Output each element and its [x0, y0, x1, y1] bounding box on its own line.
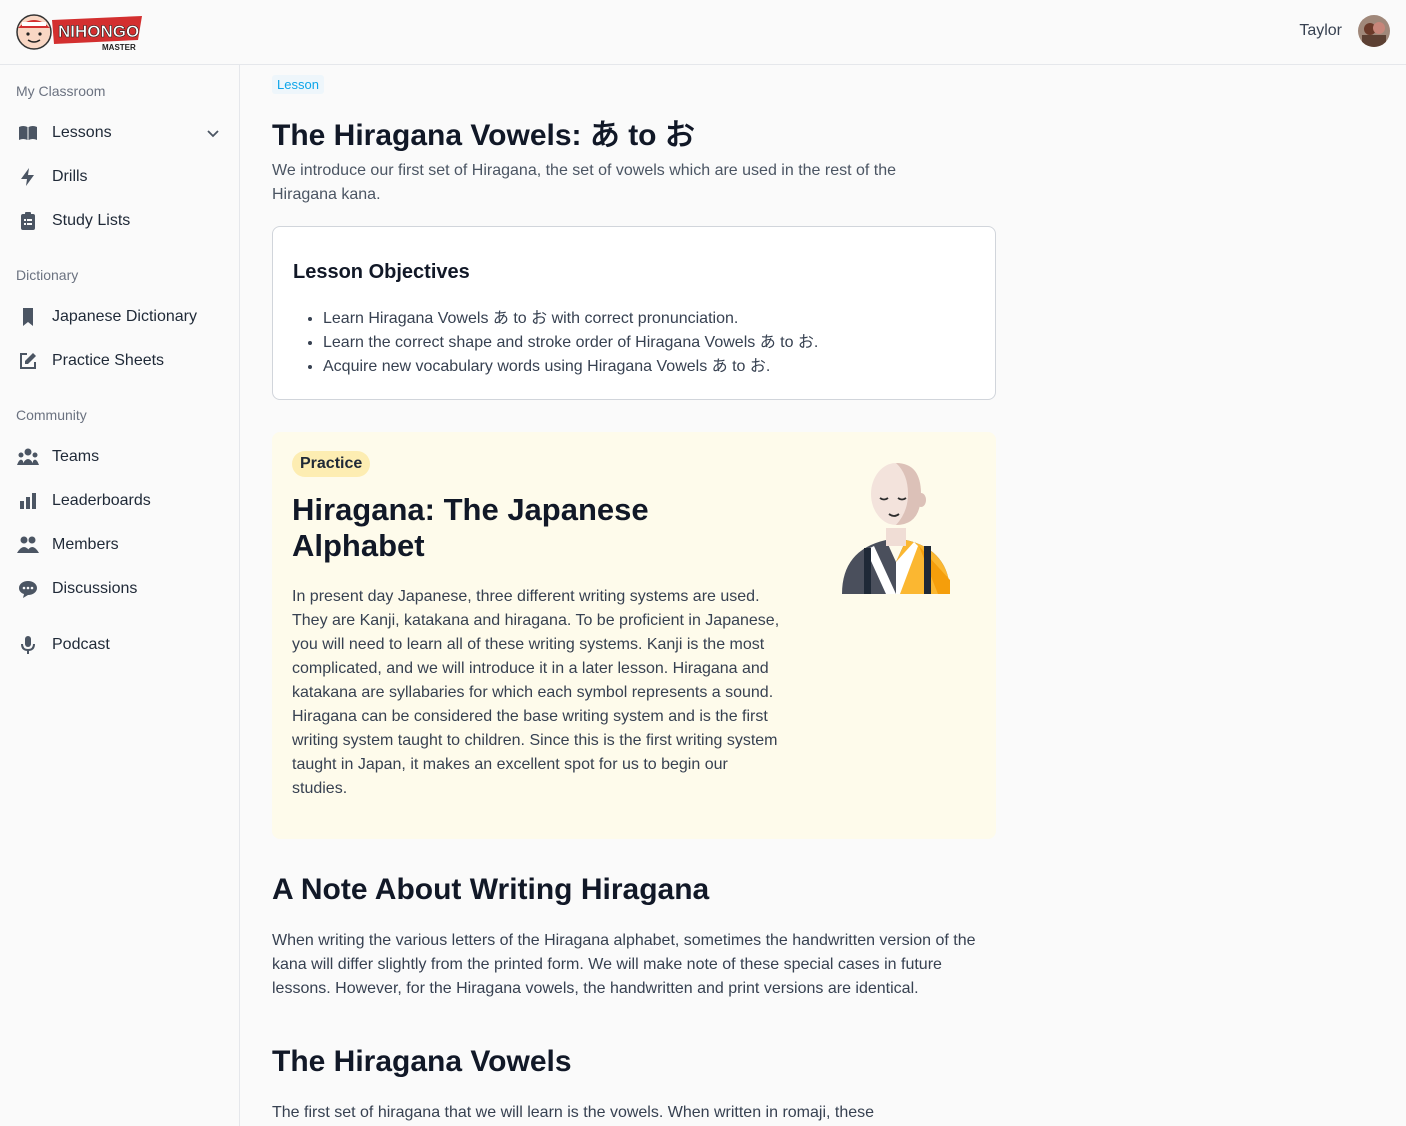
practice-body: In present day Japanese, three different… — [292, 588, 780, 797]
practice-badge: Practice — [292, 451, 371, 477]
sidebar-item-discussions[interactable]: Discussions — [0, 569, 239, 609]
microphone-icon — [16, 633, 40, 657]
section-label-dictionary: Dictionary — [16, 267, 79, 283]
bookmark-icon — [16, 305, 40, 329]
section-body-writing-note: When writing the various letters of the … — [272, 932, 976, 997]
sidebar-item-practice-sheets[interactable]: Practice Sheets — [0, 341, 239, 381]
sidebar-item-japanese-dictionary[interactable]: Japanese Dictionary — [0, 297, 239, 337]
sidebar-item-lessons[interactable]: Lessons — [0, 113, 239, 153]
sidebar-item-label: Lessons — [52, 124, 112, 141]
lesson-objectives-card: Lesson Objectives Learn Hiragana Vowels … — [272, 226, 996, 400]
lesson-badge: Lesson — [272, 75, 324, 94]
section-heading-hiragana-vowels: The Hiragana Vowels — [272, 1045, 572, 1078]
section-label-community: Community — [16, 407, 87, 423]
sidebar-item-study-lists[interactable]: Study Lists — [0, 201, 239, 241]
sidebar-item-members[interactable]: Members — [0, 525, 239, 565]
section-heading-writing-note: A Note About Writing Hiragana — [272, 873, 710, 906]
nihongo-master-logo[interactable]: NIHONGO MASTER — [14, 10, 144, 54]
list-item: Acquire new vocabulary words using Hirag… — [323, 355, 818, 379]
sidebar-item-leaderboards[interactable]: Leaderboards — [0, 481, 239, 521]
sidebar: My Classroom Lessons Drills Study Lists … — [0, 65, 240, 1126]
book-open-icon — [16, 121, 40, 145]
list-item: Learn the correct shape and stroke order… — [323, 331, 818, 355]
practice-card: Practice Hiragana: The Japanese Alphabet… — [272, 432, 996, 839]
sidebar-item-teams[interactable]: Teams — [0, 437, 239, 477]
sidebar-item-podcast[interactable]: Podcast — [0, 625, 239, 665]
user-name[interactable]: Taylor — [1299, 22, 1342, 40]
sidebar-item-label: Podcast — [52, 636, 110, 653]
sidebar-item-label: Japanese Dictionary — [52, 308, 197, 325]
clipboard-list-icon — [16, 209, 40, 233]
sidebar-item-label: Teams — [52, 448, 100, 465]
sidebar-item-label: Leaderboards — [52, 492, 151, 509]
top-header: NIHONGO MASTER Taylor — [0, 0, 1406, 65]
list-item: Learn Hiragana Vowels あ to お with correc… — [323, 307, 818, 331]
section-body-hiragana-vowels: The first set of hiragana that we will l… — [272, 1104, 875, 1121]
lightning-icon — [16, 165, 40, 189]
section-label-my-classroom: My Classroom — [16, 83, 106, 99]
user-avatar[interactable] — [1358, 15, 1390, 47]
sidebar-item-label: Practice Sheets — [52, 352, 165, 369]
sidebar-item-label: Study Lists — [52, 212, 131, 229]
sidebar-item-label: Discussions — [52, 580, 138, 597]
pencil-square-icon — [16, 349, 40, 373]
objectives-list: Learn Hiragana Vowels あ to お with correc… — [323, 307, 818, 379]
practice-title: Hiragana: The Japanese Alphabet — [292, 492, 649, 563]
svg-text:MASTER: MASTER — [102, 43, 136, 52]
users-icon — [16, 533, 40, 557]
sidebar-item-drills[interactable]: Drills — [0, 157, 239, 197]
chart-bar-icon — [16, 489, 40, 513]
monk-illustration — [842, 463, 950, 594]
page-title: The Hiragana Vowels: あ to お — [272, 119, 695, 152]
sidebar-item-label: Drills — [52, 168, 88, 185]
lesson-description: We introduce our first set of Hiragana, … — [272, 162, 897, 203]
user-group-icon — [16, 445, 40, 469]
sidebar-item-label: Members — [52, 536, 119, 553]
svg-text:NIHONGO: NIHONGO — [58, 22, 139, 41]
chevron-down-icon[interactable] — [205, 125, 221, 141]
objectives-title: Lesson Objectives — [293, 261, 470, 283]
chat-icon — [16, 577, 40, 601]
